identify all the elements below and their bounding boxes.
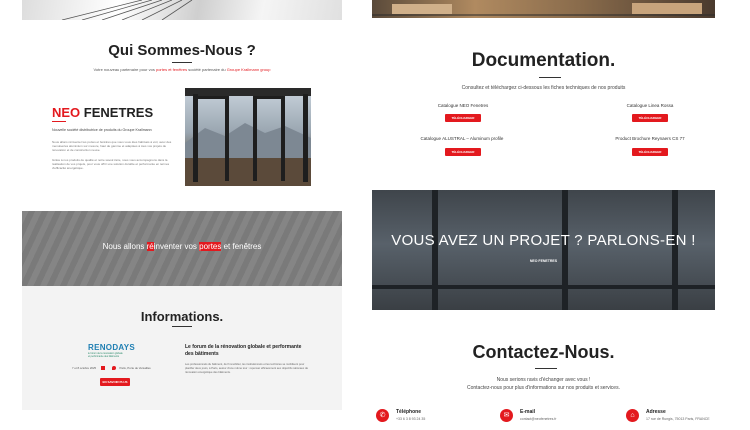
brand-fenetres: FENETRES bbox=[80, 105, 154, 120]
about-intro-link2[interactable]: Groupe Krallmann group bbox=[227, 67, 271, 72]
event-date: 7 et 8 octobre 2025 bbox=[72, 366, 97, 370]
contact-line-1: Nous serions ravis d'échanger avec vous … bbox=[496, 377, 591, 383]
slogan-highlight-2: portes bbox=[199, 242, 222, 251]
contact-line-2: Contactez-nous pour plus d'informations … bbox=[467, 385, 620, 391]
about-title-underline bbox=[172, 62, 192, 63]
slogan-post: et fenêtres bbox=[221, 242, 262, 251]
about-intro-mid: société partenaire du bbox=[187, 67, 227, 72]
architecture-lines bbox=[61, 0, 193, 20]
about-intro: Votre nouveau partenaire pour vos portes… bbox=[22, 67, 342, 72]
info-heading: Le forum de la rénovation globale et per… bbox=[185, 344, 302, 357]
project-banner: VOUS AVEZ UN PROJET ? PARLONS-EN ! NEO F… bbox=[372, 190, 715, 310]
docs-title: Documentation. bbox=[471, 50, 616, 71]
hero-image-strip bbox=[22, 0, 342, 20]
renodays-logo: RENODAYS le forum de la rénovation globa… bbox=[88, 343, 148, 358]
project-logo: NEO FENETRES bbox=[529, 259, 558, 263]
event-more-button[interactable]: EN SAVOIR PLUS bbox=[100, 378, 130, 386]
phone-label: Téléphone bbox=[396, 409, 422, 415]
warehouse-image-strip bbox=[372, 0, 715, 18]
doc-item-label: Product Brochure Reynaers CS 77 bbox=[615, 136, 685, 141]
renodays-logo-sub2: et performante des bâtiments bbox=[88, 355, 120, 358]
docs-subtitle: Consultez et téléchargez ci-dessous les … bbox=[461, 85, 626, 91]
contact-title-underline bbox=[535, 368, 557, 369]
info-title-underline bbox=[172, 326, 192, 327]
info-title: Informations. bbox=[140, 309, 224, 324]
event-place: Paris, Porte de Versailles bbox=[119, 366, 151, 370]
renodays-logo-text: RENODAYS bbox=[88, 343, 136, 352]
about-intro-pre: Votre nouveau partenaire pour vos bbox=[93, 67, 156, 72]
window-frame-drawing bbox=[185, 88, 311, 186]
window-photo bbox=[185, 88, 311, 186]
email-label: E-mail bbox=[520, 409, 536, 415]
slogan-banner: Nous allons réinventer vos portes et fen… bbox=[22, 211, 342, 286]
doc-download-button[interactable]: TÉLÉCHARGER bbox=[445, 148, 481, 156]
about-intro-link1[interactable]: portes et fenêtres bbox=[156, 67, 187, 72]
doc-item-label: Catalogue ALUSTRAL – Aluminum profile bbox=[420, 136, 504, 141]
address-label: Adresse bbox=[646, 409, 666, 415]
email-value: contact@neofenetres.fr bbox=[520, 417, 557, 421]
address-value: 17 rue de Rungis, 75013 Paris, FRANCE bbox=[646, 417, 710, 421]
slogan-pre: Nous allons bbox=[102, 242, 147, 251]
doc-download-button[interactable]: TÉLÉCHARGER bbox=[632, 114, 668, 122]
location-pin-icon bbox=[111, 366, 116, 371]
brand-underline bbox=[52, 121, 66, 122]
brand-subtitle: Nouvelle société distributrice de produi… bbox=[52, 128, 152, 132]
contact-title: Contactez-Nous. bbox=[472, 342, 615, 362]
doc-item-label: Catalogue Linea Rossa bbox=[626, 103, 674, 108]
event-meta: 7 et 8 octobre 2025 Paris, Porte de Vers… bbox=[72, 366, 151, 371]
pallets-drawing bbox=[372, 3, 715, 16]
doc-download-button[interactable]: TÉLÉCHARGER bbox=[445, 114, 481, 122]
phone-value: +33 6 3 8 93 24 35 bbox=[396, 417, 426, 421]
about-title: Qui Sommes-Nous ? bbox=[108, 42, 256, 59]
calendar-icon bbox=[100, 366, 105, 371]
brand-logo: NEO FENETRES bbox=[52, 105, 153, 120]
slogan-text: Nous allons réinventer vos portes et fen… bbox=[22, 242, 342, 251]
about-paragraph-2: Grâce à nos produits de qualité et notre… bbox=[52, 158, 170, 171]
slogan-highlight-1: ré bbox=[146, 242, 154, 251]
slogan-mid: inventer vos bbox=[153, 242, 200, 251]
email-icon: ✉ bbox=[500, 409, 513, 422]
doc-item-label: Catalogue NEO Fenetres bbox=[437, 103, 489, 108]
about-paragraph-1: Nous allons réinventer les portes et fen… bbox=[52, 140, 172, 153]
location-icon: ⌂ bbox=[626, 409, 639, 422]
phone-icon: ✆ bbox=[376, 409, 389, 422]
docs-title-underline bbox=[539, 77, 561, 78]
project-heading: VOUS AVEZ UN PROJET ? PARLONS-EN ! bbox=[391, 232, 696, 249]
window-frames-drawing bbox=[372, 190, 715, 310]
doc-download-button[interactable]: TÉLÉCHARGER bbox=[632, 148, 668, 156]
brand-neo: NEO bbox=[52, 105, 81, 120]
info-body: Les professionnels du bâtiment, de l'imm… bbox=[185, 363, 308, 374]
